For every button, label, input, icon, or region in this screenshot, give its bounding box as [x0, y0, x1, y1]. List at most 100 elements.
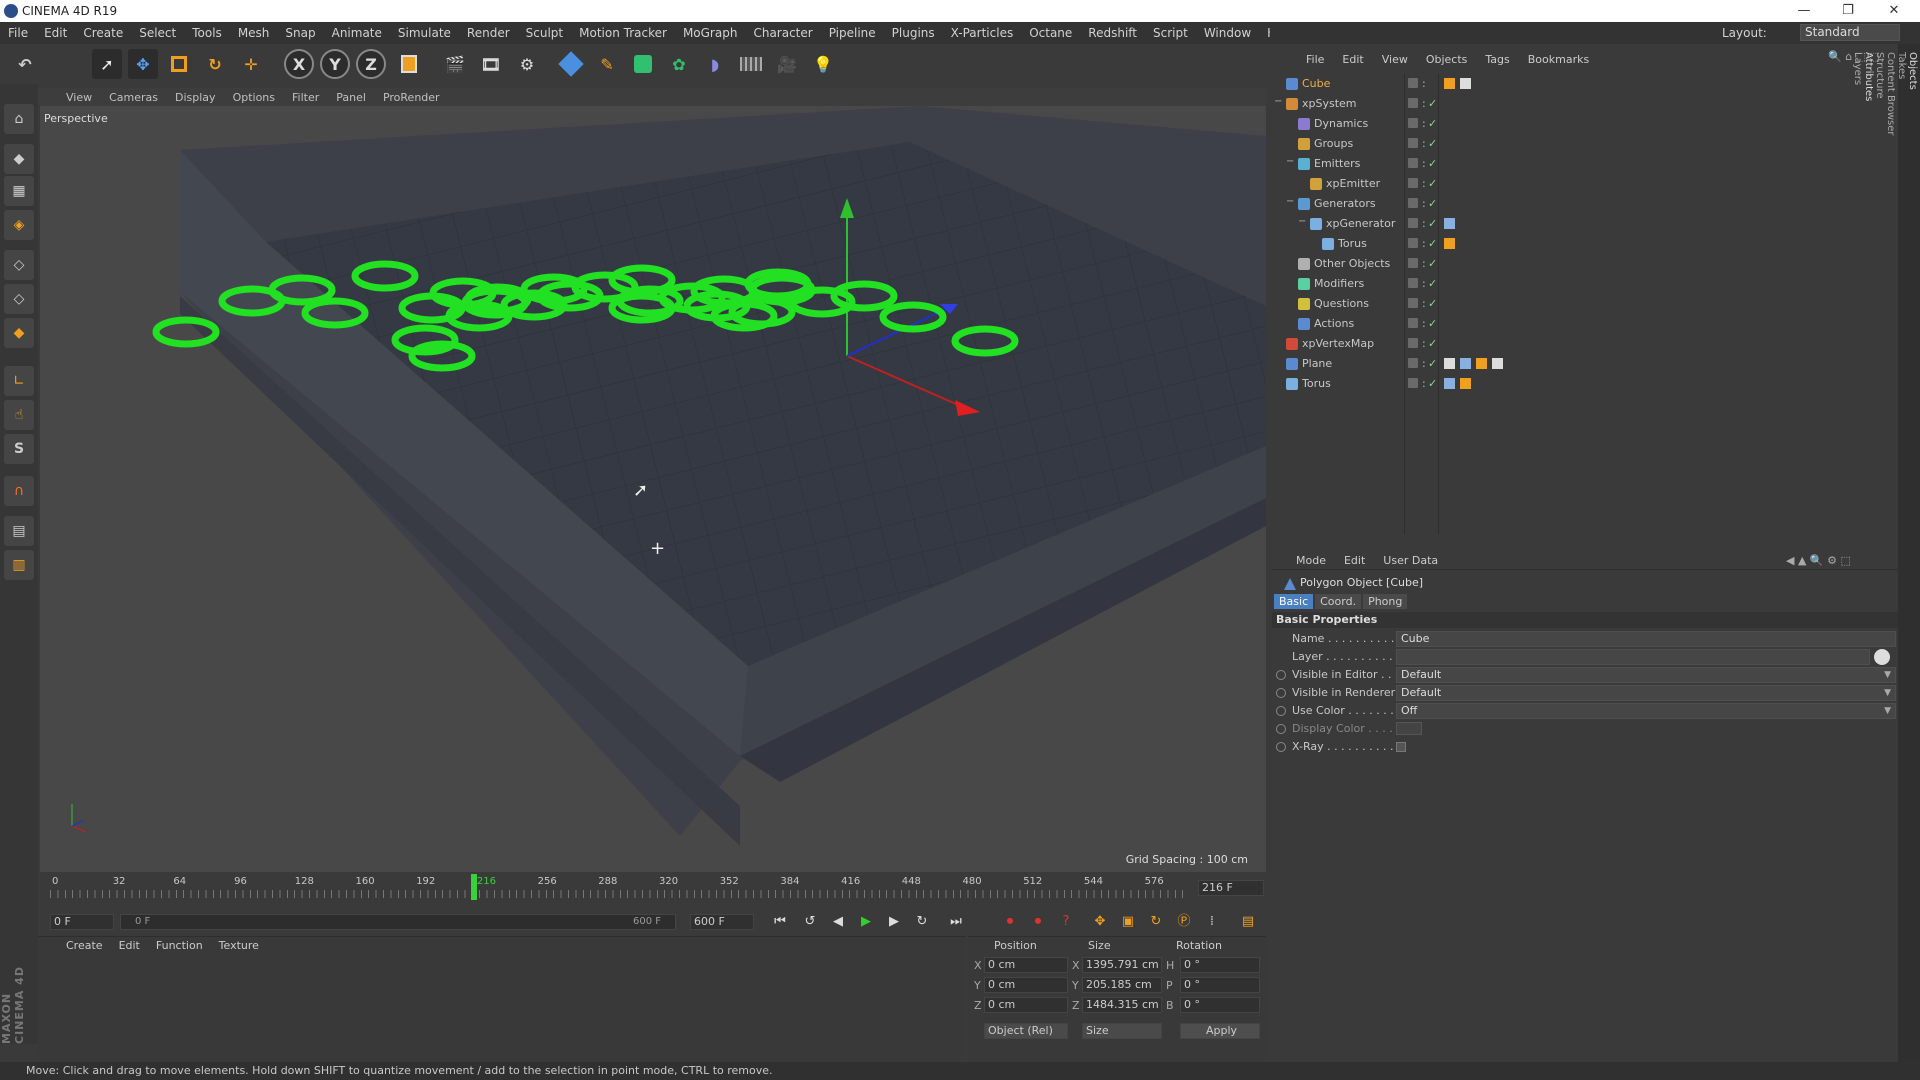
- size-mode-select[interactable]: Size: [1082, 1023, 1162, 1039]
- layer-icon[interactable]: [1408, 238, 1418, 248]
- record-icon[interactable]: ⏺: [1000, 912, 1020, 932]
- next-frame-icon[interactable]: ▶: [884, 912, 904, 932]
- position-field[interactable]: 0 cm: [984, 957, 1068, 973]
- enabled-check-icon[interactable]: ✓: [1428, 117, 1437, 130]
- undo-icon[interactable]: ↶: [10, 49, 40, 79]
- tree-expander-icon[interactable]: −: [1286, 196, 1294, 207]
- visibility-dots-icon[interactable]: :: [1422, 177, 1426, 190]
- current-frame-field[interactable]: 216 F: [1198, 880, 1264, 896]
- material-menu-texture[interactable]: Texture: [219, 939, 259, 952]
- attribute-value[interactable]: Default ▼: [1396, 685, 1896, 701]
- tree-expander-icon[interactable]: −: [1274, 96, 1282, 107]
- object-name[interactable]: Modifiers: [1314, 277, 1364, 290]
- phong-tag-icon[interactable]: [1476, 358, 1487, 369]
- object-name[interactable]: Cube: [1302, 77, 1330, 90]
- visibility-dots-icon[interactable]: :: [1422, 377, 1426, 390]
- visibility-dots-icon[interactable]: :: [1422, 217, 1426, 230]
- enabled-check-icon[interactable]: ✓: [1428, 297, 1437, 310]
- object-row[interactable]: − Emitters: ✓: [1272, 154, 1898, 174]
- size-field[interactable]: 1484.315 cm: [1082, 997, 1162, 1013]
- material-menu-create[interactable]: Create: [66, 939, 103, 952]
- key-param-icon[interactable]: Ⓟ: [1174, 912, 1194, 932]
- enabled-check-icon[interactable]: ✓: [1428, 317, 1437, 330]
- tweak-mode-icon[interactable]: ☝: [4, 400, 34, 430]
- prev-frame-icon[interactable]: ◀: [828, 912, 848, 932]
- material-tag-icon[interactable]: [1460, 78, 1471, 89]
- size-field[interactable]: 1395.791 cm: [1082, 957, 1162, 973]
- menu-select[interactable]: Select: [139, 26, 176, 40]
- layer-icon[interactable]: [1408, 258, 1418, 268]
- object-name[interactable]: xpVertexMap: [1302, 337, 1374, 350]
- make-editable-icon[interactable]: ⌂: [4, 104, 34, 134]
- object-row[interactable]: Other Objects: ✓: [1272, 254, 1898, 274]
- object-row[interactable]: Questions: ✓: [1272, 294, 1898, 314]
- visibility-dots-icon[interactable]: :: [1422, 197, 1426, 210]
- tab-coord[interactable]: Coord.: [1315, 594, 1362, 609]
- enabled-check-icon[interactable]: ✓: [1428, 237, 1437, 250]
- enabled-check-icon[interactable]: ✓: [1428, 97, 1437, 110]
- end-frame-field[interactable]: 600 F: [690, 914, 754, 930]
- object-menu-edit[interactable]: Edit: [1342, 53, 1363, 66]
- range-slider[interactable]: 0 F 600 F: [120, 914, 676, 930]
- layer-icon[interactable]: [1408, 158, 1418, 168]
- animate-radio[interactable]: [1276, 724, 1286, 734]
- object-row[interactable]: − xpGenerator: ✓: [1272, 214, 1898, 234]
- material-menu-function[interactable]: Function: [156, 939, 203, 952]
- material-menu-edit[interactable]: Edit: [119, 939, 140, 952]
- visibility-dots-icon[interactable]: :: [1422, 237, 1426, 250]
- viewport-menu-filter[interactable]: Filter: [292, 91, 319, 104]
- array-icon[interactable]: ✿: [664, 49, 694, 79]
- close-icon[interactable]: ✕: [1876, 1, 1912, 21]
- texture-tag-icon[interactable]: [1492, 358, 1503, 369]
- y-axis-icon[interactable]: Y: [320, 49, 350, 79]
- layer-picker-icon[interactable]: [1874, 649, 1890, 665]
- side-tab-takes[interactable]: Takes: [1896, 52, 1907, 135]
- viewport-menu-panel[interactable]: Panel: [336, 91, 366, 104]
- z-axis-icon[interactable]: Z: [356, 49, 386, 79]
- visibility-dots-icon[interactable]: :: [1422, 257, 1426, 270]
- workplane-icon[interactable]: ◈: [4, 210, 34, 240]
- xp-tag-icon[interactable]: [1444, 218, 1455, 229]
- next-key-icon[interactable]: ↻: [912, 912, 932, 932]
- xp-tag-icon[interactable]: [1444, 378, 1455, 389]
- edges-mode-icon[interactable]: ◇: [4, 284, 34, 314]
- layer-icon[interactable]: [1408, 358, 1418, 368]
- xray-checkbox[interactable]: [1396, 742, 1406, 752]
- attribute-value[interactable]: Off ▼: [1396, 703, 1896, 719]
- pen-spline-icon[interactable]: ✎: [592, 49, 622, 79]
- animate-radio[interactable]: [1276, 742, 1286, 752]
- rotation-field[interactable]: 0 °: [1180, 997, 1260, 1013]
- layer-icon[interactable]: [1408, 178, 1418, 188]
- menu-character[interactable]: Character: [753, 26, 812, 40]
- attribute-menu-edit[interactable]: Edit: [1344, 554, 1365, 567]
- camera-icon[interactable]: 🎥: [772, 49, 802, 79]
- layer-icon[interactable]: [1408, 138, 1418, 148]
- visibility-dots-icon[interactable]: :: [1422, 357, 1426, 370]
- side-tab-attributes[interactable]: Attributes: [1863, 52, 1874, 135]
- menu-mograph[interactable]: MoGraph: [683, 26, 738, 40]
- layer-icon[interactable]: [1408, 378, 1418, 388]
- viewport-menu-view[interactable]: View: [66, 91, 92, 104]
- key-scale-icon[interactable]: ▣: [1118, 912, 1138, 932]
- menu-create[interactable]: Create: [83, 26, 123, 40]
- enabled-check-icon[interactable]: ✓: [1428, 137, 1437, 150]
- object-row[interactable]: xpEmitter: ✓: [1272, 174, 1898, 194]
- coordinate-system-icon[interactable]: [394, 49, 424, 79]
- menu-render[interactable]: Render: [467, 26, 510, 40]
- rotate-icon[interactable]: ↻: [200, 49, 230, 79]
- position-field[interactable]: 0 cm: [984, 997, 1068, 1013]
- material-tag-icon[interactable]: [1444, 358, 1455, 369]
- attribute-menu-mode[interactable]: Mode: [1296, 554, 1326, 567]
- render-view-icon[interactable]: 🎬: [440, 49, 470, 79]
- layer-icon[interactable]: [1408, 338, 1418, 348]
- enabled-check-icon[interactable]: ✓: [1428, 377, 1437, 390]
- points-mode-icon[interactable]: ◇: [4, 250, 34, 280]
- layer-icon[interactable]: [1408, 318, 1418, 328]
- prev-key-icon[interactable]: ↺: [800, 912, 820, 932]
- live-selection-icon[interactable]: ➚: [92, 49, 122, 79]
- x-axis-icon[interactable]: X: [284, 49, 314, 79]
- side-tab-content-browser[interactable]: Content Browser: [1885, 52, 1896, 135]
- subdivision-icon[interactable]: [628, 49, 658, 79]
- deformer-icon[interactable]: ◗: [700, 49, 730, 79]
- viewport-menu-options[interactable]: Options: [233, 91, 275, 104]
